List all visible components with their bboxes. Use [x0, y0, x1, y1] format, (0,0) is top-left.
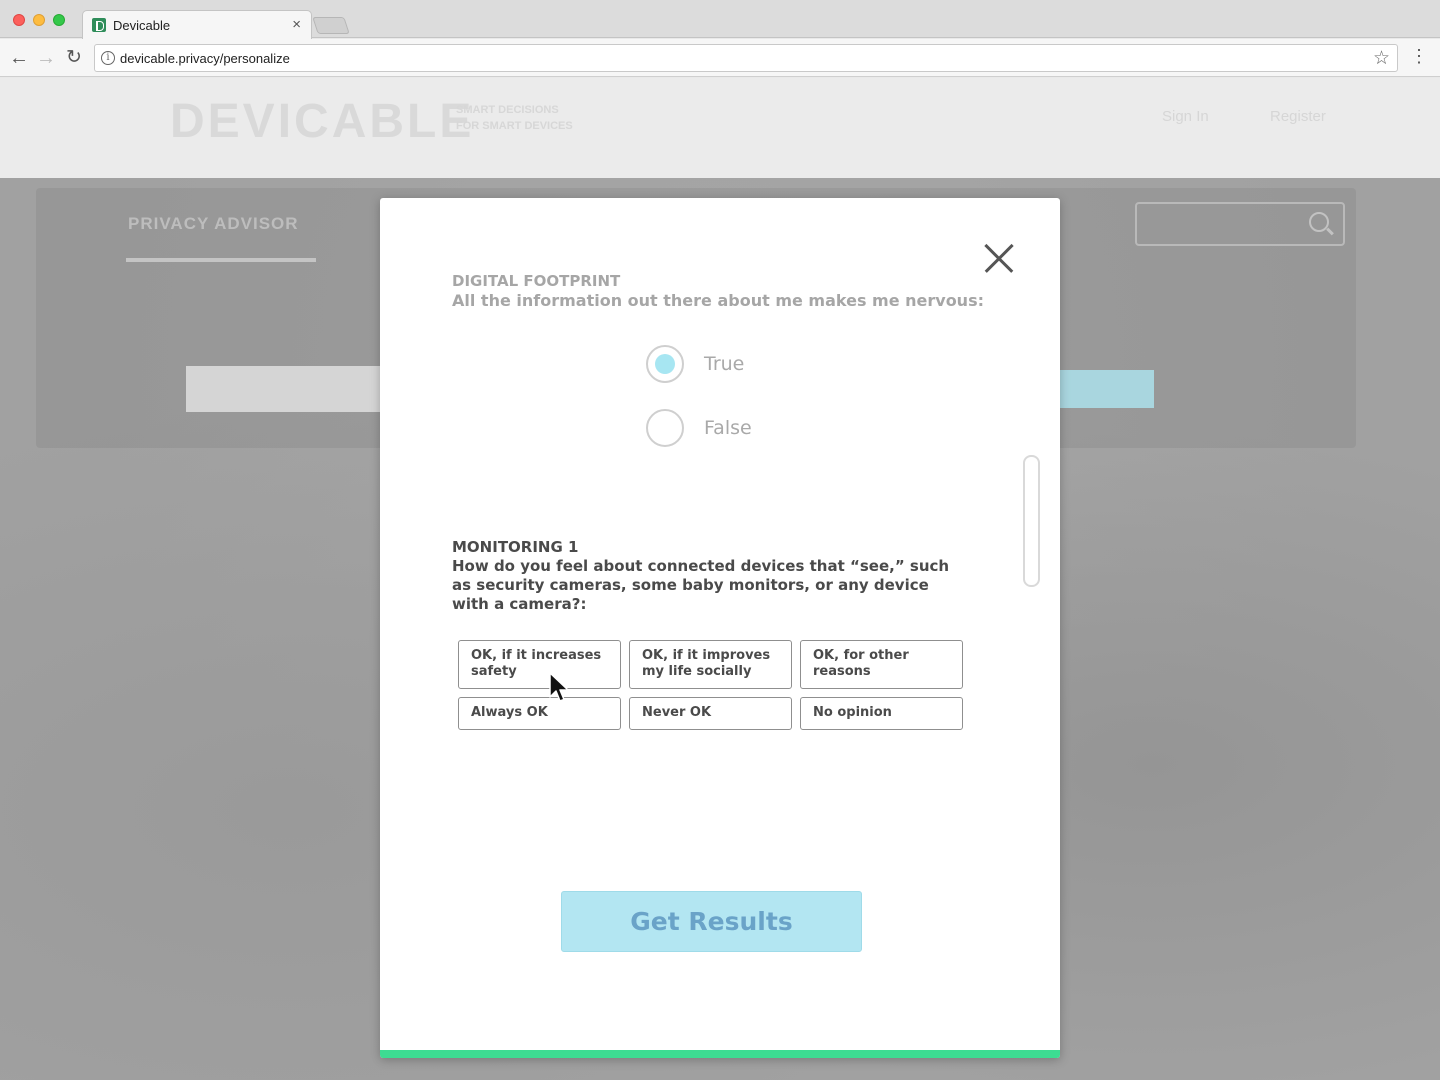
search-icon	[1309, 212, 1329, 232]
option-never-ok-button[interactable]: Never OK	[629, 697, 792, 730]
site-header: DEVICABLE SMART DECISIONS FOR SMART DEVI…	[0, 78, 1440, 178]
reload-icon[interactable]: ↻	[61, 45, 87, 71]
tagline-line-2: FOR SMART DEVICES	[456, 120, 573, 132]
question-category: MONITORING 1	[452, 538, 579, 556]
radio-button[interactable]	[646, 409, 684, 447]
url-text[interactable]: devicable.privacy/personalize	[120, 51, 290, 66]
browser-menu-icon[interactable]: ⋮	[1410, 47, 1428, 65]
browser-toolbar: ← → ↻ i devicable.privacy/personalize ☆ …	[0, 39, 1440, 77]
tab-title: Devicable	[113, 18, 171, 33]
question-monitoring-1: MONITORING 1 How do you feel about conne…	[452, 538, 952, 614]
progress-bar	[380, 1050, 1060, 1058]
register-link: Register	[1270, 108, 1326, 125]
browser-tabstrip: Devicable ×	[0, 0, 1440, 39]
site-tagline: SMART DECISIONS FOR SMART DEVICES	[456, 102, 573, 134]
sign-in-link: Sign In	[1162, 108, 1209, 125]
forward-arrow-icon[interactable]: →	[33, 45, 59, 71]
modal-scrollbar-thumb[interactable]	[1023, 455, 1040, 587]
new-tab-button[interactable]	[312, 17, 350, 34]
radio-button-selected[interactable]	[646, 345, 684, 383]
address-bar[interactable]: i devicable.privacy/personalize ☆	[94, 44, 1398, 72]
site-logo: DEVICABLE	[170, 95, 475, 148]
hero-search-box	[1135, 202, 1345, 246]
hero-cta	[1058, 370, 1154, 408]
hero-title-underline	[126, 258, 316, 262]
option-always-ok-button[interactable]: Always OK	[458, 697, 621, 730]
question-category: DIGITAL FOOTPRINT	[452, 272, 621, 290]
bookmark-star-icon[interactable]: ☆	[1373, 47, 1390, 70]
back-arrow-icon[interactable]: ←	[6, 45, 32, 71]
question-text: All the information out there about me m…	[452, 291, 984, 310]
option-improves-life-socially-button[interactable]: OK, if it improves my life socially	[629, 640, 792, 689]
window-close-icon[interactable]	[13, 14, 25, 26]
window-minimize-icon[interactable]	[33, 14, 45, 26]
personalize-modal: DIGITAL FOOTPRINT All the information ou…	[380, 198, 1060, 1058]
option-other-reasons-button[interactable]: OK, for other reasons	[800, 640, 963, 689]
hero-title: PRIVACY ADVISOR	[128, 214, 299, 233]
window-maximize-icon[interactable]	[53, 14, 65, 26]
get-results-button[interactable]: Get Results	[561, 891, 862, 952]
tab-close-icon[interactable]: ×	[292, 16, 301, 33]
close-icon[interactable]	[984, 243, 1014, 273]
option-no-opinion-button[interactable]: No opinion	[800, 697, 963, 730]
tagline-line-1: SMART DECISIONS	[456, 104, 559, 116]
mouse-pointer-icon	[549, 672, 569, 702]
devicable-favicon-icon	[92, 18, 106, 32]
option-increases-safety-button[interactable]: OK, if it increases safety	[458, 640, 621, 689]
hero-input	[186, 366, 386, 412]
question-digital-footprint: DIGITAL FOOTPRINT All the information ou…	[452, 272, 984, 310]
radio-label[interactable]: False	[704, 417, 752, 439]
site-info-icon[interactable]: i	[101, 51, 115, 65]
question-text: How do you feel about connected devices …	[452, 557, 950, 613]
browser-tab[interactable]: Devicable ×	[82, 10, 312, 39]
radio-label[interactable]: True	[704, 353, 744, 375]
